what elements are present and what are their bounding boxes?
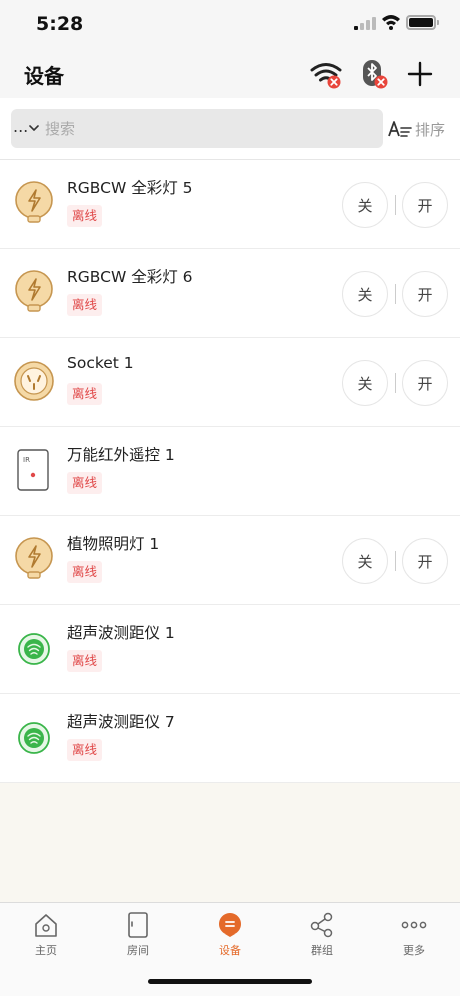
device-name: 万能红外遥控 1 [67,446,175,464]
bulb-icon [15,270,53,312]
device-row[interactable]: 超声波测距仪 1 离线 [0,605,460,694]
power-off-button[interactable]: 关 [342,182,388,228]
offline-badge: 离线 [67,561,103,583]
ir-remote-icon: IR [17,449,49,491]
search-box[interactable]: ... 搜索 [11,109,383,148]
tab-label: 更多 [403,944,425,957]
device-name: 超声波测距仪 7 [67,713,175,731]
tab-label: 设备 [219,944,241,957]
divider [395,551,396,571]
cellular-signal-icon [354,16,376,30]
device-row[interactable]: 植物照明灯 1 离线 关 开 [0,516,460,605]
device-name: Socket 1 [67,354,134,372]
status-time: 5:28 [36,13,84,35]
wifi-status-icon [382,15,400,30]
offline-badge: 离线 [67,383,103,405]
tab-groups[interactable]: 群组 [276,903,368,963]
power-on-button[interactable]: 开 [402,182,448,228]
bulb-icon [15,537,53,579]
power-on-button[interactable]: 开 [402,271,448,317]
chevron-down-icon[interactable] [29,123,39,133]
ultrasonic-sensor-icon [18,633,50,665]
power-on-button[interactable]: 开 [402,360,448,406]
device-list: RGBCW 全彩灯 5 离线 关 开 RGBCW 全彩灯 6 离线 关 开 So… [0,160,460,783]
sort-icon [388,121,412,137]
offline-badge: 离线 [67,739,103,761]
page-title: 设备 [24,64,64,88]
sort-button[interactable]: 排序 [388,117,454,141]
divider [395,284,396,304]
device-name: 植物照明灯 1 [67,535,160,553]
bulb-icon [15,181,53,223]
offline-badge: 离线 [67,650,103,672]
battery-icon [406,15,439,30]
plus-icon[interactable] [404,58,436,90]
tab-label: 房间 [127,944,149,957]
tab-room[interactable]: 房间 [92,903,184,963]
share-nodes-icon [310,912,333,938]
device-row[interactable]: Socket 1 离线 关 开 [0,338,460,427]
power-off-button[interactable]: 关 [342,271,388,317]
device-name: RGBCW 全彩灯 5 [67,179,193,197]
device-row[interactable]: 超声波测距仪 7 离线 [0,694,460,783]
status-bar: 5:28 [0,0,460,48]
tab-home[interactable]: 主页 [0,903,92,963]
bluetooth-disconnected-icon[interactable] [358,58,390,90]
nav-header: 设备 [0,48,460,98]
power-on-button[interactable]: 开 [402,538,448,584]
ultrasonic-sensor-icon [18,722,50,754]
ir-label: IR [23,456,30,464]
divider [395,195,396,215]
tab-label: 群组 [311,944,333,957]
search-row: ... 搜索 排序 [0,98,460,160]
offline-badge: 离线 [67,472,103,494]
device-row[interactable]: RGBCW 全彩灯 5 离线 关 开 [0,160,460,249]
tab-label: 主页 [35,944,57,957]
home-icon [35,914,57,937]
filter-dropdown[interactable]: ... [13,117,28,136]
device-name: RGBCW 全彩灯 6 [67,268,193,286]
power-off-button[interactable]: 关 [342,360,388,406]
home-indicator [148,979,312,984]
more-dots-icon [401,921,427,929]
door-icon [128,912,148,938]
wifi-disconnected-icon[interactable] [310,58,342,90]
offline-badge: 离线 [67,205,103,227]
sort-label: 排序 [415,121,446,139]
power-off-button[interactable]: 关 [342,538,388,584]
tab-devices[interactable]: 设备 [184,903,276,963]
search-input[interactable]: 搜索 [45,118,75,139]
device-name: 超声波测距仪 1 [67,624,175,642]
socket-icon [14,361,54,401]
offline-badge: 离线 [67,294,103,316]
tab-more[interactable]: 更多 [368,903,460,963]
device-icon [218,913,241,937]
device-row[interactable]: IR 万能红外遥控 1 离线 [0,427,460,516]
divider [395,373,396,393]
device-row[interactable]: RGBCW 全彩灯 6 离线 关 开 [0,249,460,338]
